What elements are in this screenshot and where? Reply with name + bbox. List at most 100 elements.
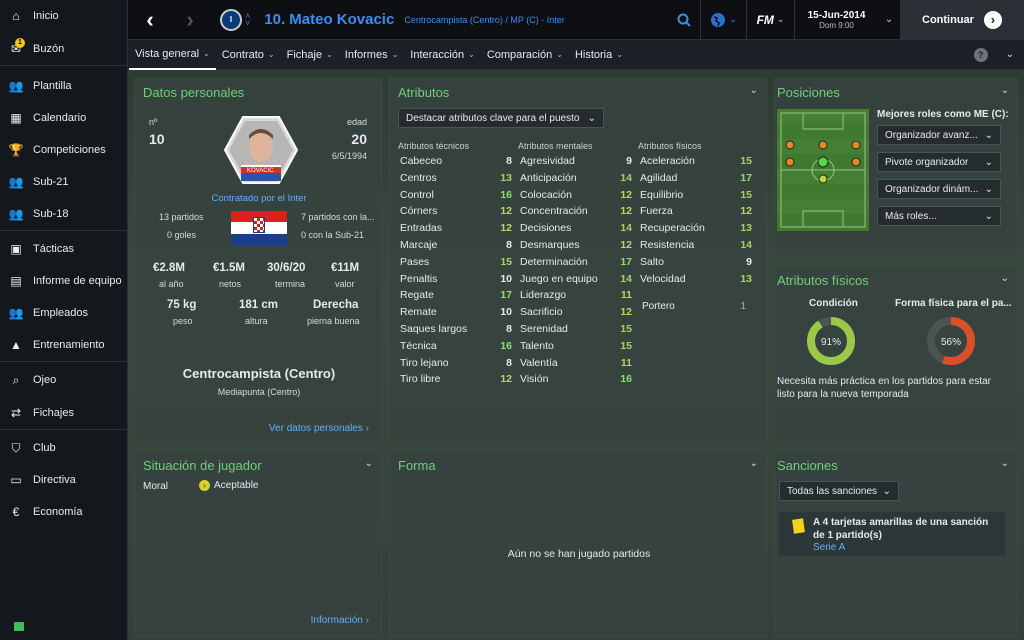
panel-chevron-icon[interactable]: ⌄ <box>750 85 758 96</box>
sidebar-item-entrenamiento[interactable]: ▲ Entrenamiento <box>0 329 127 361</box>
preferred-foot-label: pierna buena <box>307 316 360 326</box>
panel-chevron-icon[interactable]: ⌄ <box>1001 273 1009 284</box>
attribute-name: Tiro libre <box>400 373 441 386</box>
attribute-name: Salto <box>640 255 664 268</box>
panel-chevron-icon[interactable]: ⌄ <box>750 458 758 469</box>
sidebar-item-competiciones[interactable]: 🏆 Competiciones <box>0 134 127 166</box>
attribute-value: 16 <box>500 188 512 201</box>
view-personal-label: Ver datos personales <box>268 423 363 434</box>
tab-interacción[interactable]: Interacción ⌄ <box>404 40 481 70</box>
forward-button[interactable]: › <box>172 0 208 40</box>
role-dropdown[interactable]: Pivote organizador ⌄ <box>877 152 1001 172</box>
sidebar-item-tácticas[interactable]: ▣ Tácticas <box>0 233 127 265</box>
attribute-name: Entradas <box>400 222 443 235</box>
attribute-value: 14 <box>740 238 752 251</box>
attribute-row: Talento 15 <box>520 340 632 357</box>
sidebar-item-informe-de-equipo[interactable]: ▤ Informe de equipo <box>0 265 127 297</box>
sidebar-item-economía[interactable]: € Economía <box>0 496 127 528</box>
panel-title: Atributos físicos <box>777 273 869 288</box>
attribute-value: 15 <box>740 155 752 167</box>
attribute-row: Decisiones 14 <box>520 222 632 239</box>
player-value-label: valor <box>335 279 355 289</box>
sanctions-filter-dropdown[interactable]: Todas las sanciones ⌄ <box>779 481 899 501</box>
role-dropdown[interactable]: Organizador avanz... ⌄ <box>877 125 1001 145</box>
sidebar-item-ojeo[interactable]: ⌕ Ojeo <box>0 364 127 396</box>
tab-comparación[interactable]: Comparación ⌄ <box>481 40 569 70</box>
attribute-row: Córners 12 <box>400 205 512 222</box>
calendar-icon: ▦ <box>10 111 22 125</box>
moral-value: Aceptable <box>214 480 259 491</box>
sidebar-item-calendario[interactable]: ▦ Calendario <box>0 102 127 134</box>
panel-chevron-icon[interactable]: ⌄ <box>365 458 373 469</box>
tab-historia[interactable]: Historia ⌄ <box>569 40 629 70</box>
globe-dropdown[interactable]: ⌄ <box>700 0 746 40</box>
main-content: Datos personales nº 10 edad 20 6/5/1994 … <box>128 70 1024 640</box>
attribute-name: Talento <box>520 339 554 352</box>
attribute-name: Decisiones <box>520 222 572 235</box>
help-icon[interactable]: ? <box>973 47 988 62</box>
attribute-value: 15 <box>500 255 512 268</box>
technical-header: Atributos técnicos <box>398 141 470 151</box>
player-subtitle: Centrocampista (Centro) / MP (C) - Inter <box>404 14 565 25</box>
moral-label: Moral <box>143 481 169 492</box>
personal-data-panel: Datos personales nº 10 edad 20 6/5/1994 … <box>134 78 382 443</box>
nationality-flag <box>231 211 287 245</box>
attribute-row: Sacrificio 12 <box>520 306 632 323</box>
sanctions-panel: Sanciones ⌄ Todas las sanciones ⌄ A 4 ta… <box>774 451 1018 637</box>
exit-icon[interactable] <box>14 622 24 631</box>
sidebar-item-fichajes[interactable]: ⇄ Fichajes <box>0 397 127 429</box>
panel-chevron-icon[interactable]: ⌄ <box>1001 85 1009 96</box>
situation-panel: Situación de jugador ⌄ Moral › Aceptable… <box>134 451 382 637</box>
highlight-attributes-dropdown[interactable]: Destacar atributos clave para el puesto … <box>398 108 604 128</box>
sidebar-item-label: Informe de equipo <box>33 275 122 287</box>
date-dropdown-icon[interactable]: ⌄ <box>878 0 900 40</box>
attribute-value: 11 <box>620 356 632 369</box>
attribute-row: Serenidad 15 <box>520 323 632 340</box>
attribute-row: Remate 10 <box>400 306 512 323</box>
club-badge-icon[interactable]: I <box>220 8 242 31</box>
view-personal-link[interactable]: Ver datos personales › <box>269 423 369 434</box>
tab-vista-general[interactable]: Vista general ⌄ <box>129 40 216 70</box>
wage-label: al año <box>159 279 184 289</box>
role-label: Organizador dinám... <box>885 183 979 195</box>
search-icon[interactable] <box>668 0 700 40</box>
tab-fichaje[interactable]: Fichaje ⌄ <box>281 40 339 70</box>
attribute-row: Salto 9 <box>640 256 752 273</box>
back-button[interactable]: ‹ <box>128 0 172 40</box>
attribute-name: Visión <box>520 373 549 386</box>
sidebar-item-plantilla[interactable]: 👥 Plantilla <box>0 70 127 102</box>
panel-title: Posiciones <box>777 85 840 100</box>
sidebar-item-sub-21[interactable]: 👥 Sub-21 <box>0 166 127 198</box>
info-link[interactable]: Información › <box>311 615 369 626</box>
tab-informes[interactable]: Informes ⌄ <box>339 40 405 70</box>
chevron-right-icon: › <box>365 423 369 434</box>
fm-menu[interactable]: FM ⌄ <box>746 0 794 40</box>
sidebar-item-label: Fichajes <box>33 407 74 419</box>
date-display[interactable]: 15-Jun-2014 Dom 9:00 <box>794 0 878 40</box>
attribute-name: Saques largos <box>400 322 468 335</box>
sidebar-item-directiva[interactable]: ▭ Directiva <box>0 464 127 496</box>
tab-contrato[interactable]: Contrato ⌄ <box>216 40 281 70</box>
weight-label: peso <box>173 316 193 326</box>
panel-chevron-icon[interactable]: ⌄ <box>1001 458 1009 469</box>
chevron-down-icon: ⌄ <box>203 49 210 58</box>
sanction-item[interactable]: A 4 tarjetas amarillas de una sanción de… <box>779 512 1005 556</box>
attribute-value: 12 <box>620 306 632 319</box>
attribute-value: 8 <box>506 155 512 167</box>
physical-panel: Atributos físicos ⌄ Condición Forma físi… <box>774 266 1018 443</box>
sidebar-item-buzón[interactable]: ✉ 1 Buzón <box>0 33 127 65</box>
mental-header: Atributos mentales <box>518 141 593 151</box>
sidebar-item-sub-18[interactable]: 👥 Sub-18 <box>0 198 127 230</box>
continue-button[interactable]: Continuar › <box>900 0 1024 40</box>
role-dropdown[interactable]: Organizador dinám... ⌄ <box>877 179 1001 199</box>
sidebar-item-inicio[interactable]: ⌂ Inicio <box>0 0 127 32</box>
club-switch-icon[interactable]: ˄ ˅ <box>245 11 250 27</box>
club-icon: ⛉ <box>11 440 21 455</box>
sidebar-item-club[interactable]: ⛉ Club <box>0 432 127 464</box>
role-dropdown[interactable]: Más roles... ⌄ <box>877 206 1001 226</box>
sidebar-item-empleados[interactable]: 👥 Empleados <box>0 297 127 329</box>
chevron-down-icon: ⌄ <box>984 183 993 195</box>
home-icon: ⌂ <box>12 9 20 23</box>
menu-chevron-icon[interactable]: ⌄ <box>1006 49 1014 60</box>
top-bar: ‹ › I ˄ ˅ 10. Mateo Kovacic Centrocampist… <box>128 0 1024 40</box>
